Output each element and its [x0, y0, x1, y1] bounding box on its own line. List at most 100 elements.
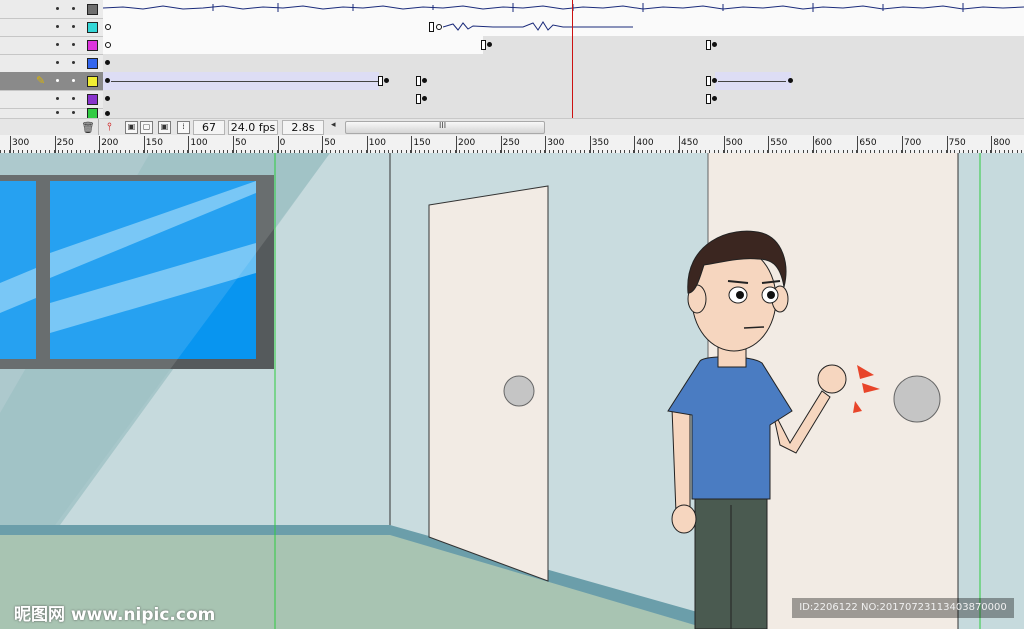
watermark-site: 昵图网 www.nipic.com	[14, 605, 216, 625]
modify-markers-icon[interactable]: ⁞	[177, 121, 190, 134]
keyframe-empty[interactable]	[105, 24, 111, 30]
layer-controls	[0, 0, 103, 18]
ruler-major-tick	[634, 136, 636, 153]
layer-row-1[interactable]	[0, 0, 1024, 19]
frame-end-marker[interactable]	[706, 94, 711, 104]
ruler-label: 0	[279, 138, 286, 148]
keyframe[interactable]	[384, 78, 389, 83]
keyframe[interactable]	[712, 42, 717, 47]
ruler-label: 450	[681, 138, 699, 148]
keyframe[interactable]	[422, 78, 427, 83]
scroll-grip[interactable]: III	[439, 121, 446, 130]
visibility-dot[interactable]	[56, 111, 59, 114]
keyframe[interactable]	[487, 42, 492, 47]
layer-row-5[interactable]: ✎	[0, 72, 1024, 91]
frame-end-marker[interactable]	[416, 76, 421, 86]
layer-frames[interactable]	[103, 108, 1024, 118]
ruler-label: 50	[235, 138, 247, 148]
keyframe[interactable]	[422, 96, 427, 101]
ruler-major-tick	[10, 136, 11, 153]
keyframe[interactable]	[788, 78, 793, 83]
layer-frames[interactable]	[103, 18, 1024, 36]
keyframe-empty[interactable]	[105, 42, 111, 48]
visibility-dot[interactable]	[56, 79, 59, 82]
trash-icon[interactable]: 🗑	[81, 121, 95, 134]
onion-skin-outlines-icon[interactable]: ▢	[140, 121, 153, 134]
frame-end-marker[interactable]	[429, 22, 434, 32]
playhead-line[interactable]	[572, 0, 573, 118]
stage-ruler: 300 250 200 150 100 50 0 50 100 150 200 250 300 350 40…	[0, 135, 1024, 154]
layer-color-swatch[interactable]	[87, 58, 98, 69]
layer-row-2[interactable]	[0, 18, 1024, 37]
ruler-major-tick	[991, 136, 993, 153]
layer-color-swatch[interactable]	[87, 40, 98, 51]
ruler-major-tick	[589, 136, 591, 153]
ruler-label: 150	[413, 138, 431, 148]
keyframe[interactable]	[105, 78, 110, 83]
lock-dot[interactable]	[72, 25, 75, 28]
frame-end-marker[interactable]	[481, 40, 486, 50]
elapsed-time-field: 2.8s	[282, 120, 324, 135]
ruler-label: 800	[993, 138, 1011, 148]
lock-dot[interactable]	[72, 43, 75, 46]
layer-color-swatch[interactable]	[87, 108, 98, 118]
visibility-dot[interactable]	[56, 43, 59, 46]
layer-row-7[interactable]	[0, 108, 1024, 118]
layer-row-6[interactable]	[0, 90, 1024, 109]
ruler-major-tick	[946, 136, 948, 153]
stage-canvas[interactable]	[0, 153, 1024, 629]
layer-controls	[0, 108, 103, 118]
layer-frames[interactable]	[103, 36, 1024, 54]
visibility-dot[interactable]	[56, 97, 59, 100]
ruler-label: 250	[502, 138, 520, 148]
keyframe[interactable]	[712, 96, 717, 101]
edit-multiple-frames-icon[interactable]: ▣	[158, 121, 171, 134]
layer-controls	[0, 54, 103, 72]
visibility-dot[interactable]	[56, 25, 59, 28]
ruler-label: 650	[859, 138, 877, 148]
ruler-label: 700	[904, 138, 922, 148]
layer-frames[interactable]	[103, 90, 1024, 108]
current-frame-field[interactable]: 67	[193, 120, 225, 135]
onion-skin-icon[interactable]: ▣	[125, 121, 138, 134]
keyframe[interactable]	[105, 96, 110, 101]
audio-waveform	[102, 3, 1024, 12]
cartoon-scene	[0, 153, 1024, 629]
layer-controls: ✎	[0, 72, 103, 90]
ruler-major-tick	[679, 136, 680, 153]
ruler-major-tick	[723, 136, 725, 153]
keyframe[interactable]	[105, 111, 110, 116]
visibility-dot[interactable]	[56, 61, 59, 64]
lock-dot[interactable]	[72, 111, 75, 114]
horizontal-scrollbar[interactable]: III	[345, 121, 545, 134]
layer-frames[interactable]	[103, 54, 1024, 72]
lock-dot[interactable]	[72, 61, 75, 64]
ruler-label: 300	[12, 138, 30, 148]
ruler-label: 350	[591, 138, 609, 148]
frame-end-marker[interactable]	[416, 94, 421, 104]
frame-end-marker[interactable]	[706, 76, 711, 86]
layer-color-swatch[interactable]	[87, 22, 98, 33]
layer-row-3[interactable]	[0, 36, 1024, 55]
frame-end-marker[interactable]	[706, 40, 711, 50]
lock-dot[interactable]	[72, 7, 75, 10]
layer-row-4[interactable]	[0, 54, 1024, 73]
ruler-major-tick	[411, 136, 413, 153]
lock-dot[interactable]	[72, 97, 75, 100]
layer-color-swatch[interactable]	[87, 4, 98, 15]
center-frame-icon[interactable]: ⫯	[107, 120, 112, 134]
visibility-dot[interactable]	[56, 7, 59, 10]
layer-color-swatch[interactable]	[87, 94, 98, 105]
keyframe[interactable]	[105, 60, 110, 65]
lock-dot[interactable]	[72, 79, 75, 82]
frame-rate-field[interactable]: 24.0 fps	[228, 120, 278, 135]
keyframe[interactable]	[712, 78, 717, 83]
layer-controls	[0, 90, 103, 108]
layer-controls	[0, 36, 103, 54]
layer-frames[interactable]	[102, 0, 1024, 18]
layer-frames[interactable]	[103, 72, 1024, 90]
keyframe-empty[interactable]	[436, 24, 442, 30]
frame-end-marker[interactable]	[378, 76, 383, 86]
layer-color-swatch[interactable]	[87, 76, 98, 87]
scroll-left-icon[interactable]: ◂	[331, 120, 336, 130]
